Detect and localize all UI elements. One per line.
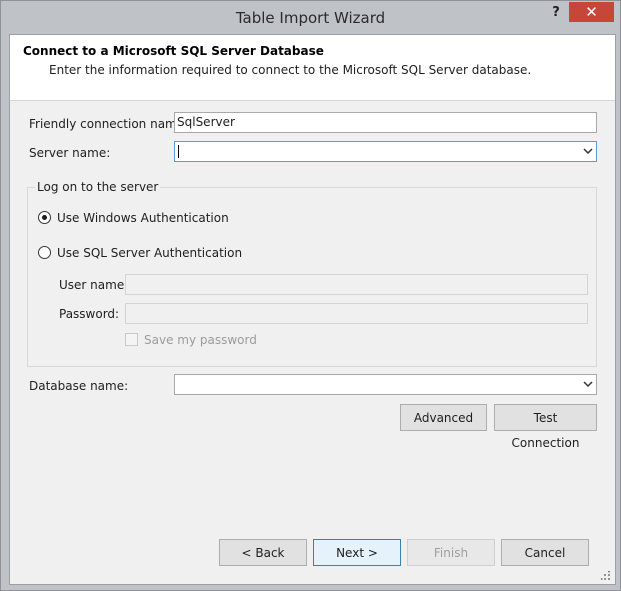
- password-input[interactable]: [125, 303, 588, 324]
- friendly-name-input[interactable]: SqlServer: [174, 112, 597, 133]
- chevron-down-icon[interactable]: [583, 146, 593, 156]
- save-password-label: Save my password: [144, 333, 257, 347]
- advanced-button[interactable]: Advanced: [400, 404, 487, 431]
- cancel-button[interactable]: Cancel: [501, 539, 589, 566]
- page-title: Connect to a Microsoft SQL Server Databa…: [23, 44, 324, 58]
- back-button[interactable]: < Back: [219, 539, 307, 566]
- sql-auth-radio[interactable]: [38, 246, 51, 259]
- password-label: Password:: [59, 307, 120, 321]
- username-input[interactable]: [125, 274, 588, 295]
- page-subtitle: Enter the information required to connec…: [49, 63, 532, 77]
- test-connection-button[interactable]: Test Connection: [494, 404, 597, 450]
- table-import-wizard-window: Table Import Wizard ? ✕ Connect to a Mic…: [0, 0, 621, 591]
- database-name-combobox[interactable]: [174, 374, 597, 395]
- text-caret: [178, 145, 179, 158]
- window-title: Table Import Wizard: [235, 9, 386, 27]
- windows-auth-label[interactable]: Use Windows Authentication: [57, 211, 229, 225]
- friendly-name-label: Friendly connection name:: [29, 117, 189, 131]
- username-label: User name:: [59, 278, 129, 292]
- chevron-down-icon[interactable]: [583, 379, 593, 389]
- windows-auth-radio[interactable]: [38, 211, 51, 224]
- radio-selected-dot: [42, 215, 47, 220]
- dialog-client-area: Connect to a Microsoft SQL Server Databa…: [9, 34, 616, 585]
- resize-grip-icon[interactable]: [601, 571, 611, 581]
- save-password-checkbox[interactable]: [125, 333, 138, 346]
- logon-group-label: Log on to the server: [35, 180, 161, 194]
- sql-auth-label[interactable]: Use SQL Server Authentication: [57, 246, 242, 260]
- wizard-header: Connect to a Microsoft SQL Server Databa…: [10, 35, 615, 101]
- friendly-name-value: SqlServer: [177, 115, 235, 129]
- close-icon: ✕: [585, 3, 598, 21]
- close-button[interactable]: ✕: [569, 2, 614, 22]
- title-bar[interactable]: Table Import Wizard ? ✕: [1, 1, 620, 34]
- server-name-combobox[interactable]: [174, 141, 597, 162]
- server-name-label: Server name:: [29, 146, 111, 160]
- next-button[interactable]: Next >: [313, 539, 401, 566]
- database-name-label: Database name:: [29, 379, 129, 393]
- finish-button[interactable]: Finish: [407, 539, 495, 566]
- help-button[interactable]: ?: [548, 5, 564, 21]
